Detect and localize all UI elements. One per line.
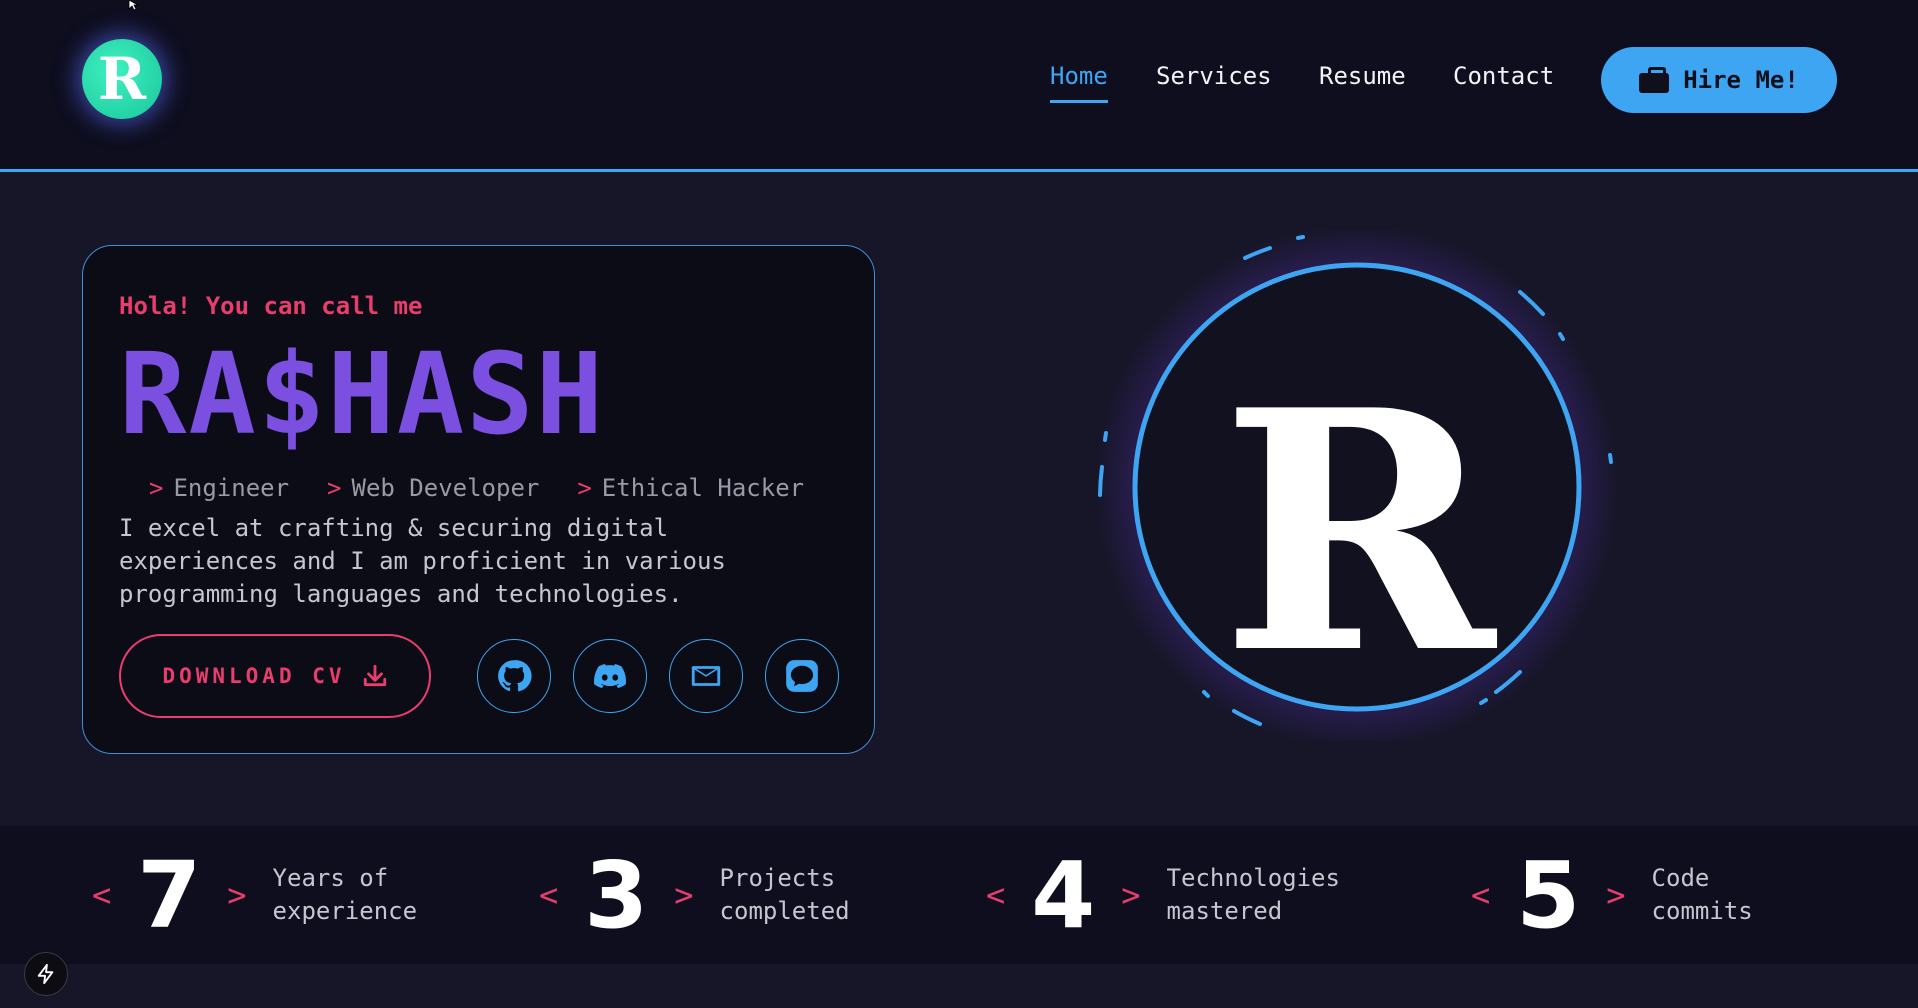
- hero-name: RA$HASH: [119, 330, 606, 460]
- stat-number: 4: [1031, 841, 1096, 949]
- nav-services[interactable]: Services: [1156, 62, 1272, 100]
- chat-link[interactable]: [765, 639, 839, 713]
- stat-item: < 3 > Projects completed: [539, 826, 850, 964]
- discord-icon: [594, 664, 627, 689]
- stats-bar: < 7 > Years of experience < 3 > Projects…: [0, 826, 1918, 964]
- emblem-graphic: R: [1095, 225, 1619, 749]
- role-list: > Engineer > Web Developer > Ethical Hacker: [149, 474, 804, 502]
- role-label: Engineer: [173, 474, 290, 502]
- download-icon: [363, 664, 386, 687]
- stat-bracket-open: <: [539, 876, 559, 914]
- role-item: > Web Developer: [327, 474, 539, 502]
- hero-emblem: R: [1090, 225, 1630, 749]
- mail-icon: [691, 666, 721, 686]
- role-arrow: >: [149, 474, 164, 502]
- stat-number: 3: [584, 841, 649, 949]
- email-link[interactable]: [669, 639, 743, 713]
- stat-number: 5: [1516, 841, 1581, 949]
- role-item: > Ethical Hacker: [577, 474, 804, 502]
- stat-bracket-open: <: [92, 876, 112, 914]
- stat-item: < 5 > Code commits: [1471, 826, 1753, 964]
- role-arrow: >: [327, 474, 342, 502]
- stat-bracket-close: >: [674, 876, 694, 914]
- stat-bracket-open: <: [986, 876, 1006, 914]
- stat-label: Years of experience: [272, 864, 418, 925]
- stat-label: Technologies mastered: [1166, 864, 1340, 925]
- download-cv-label: DOWNLOAD CV: [162, 664, 346, 688]
- stat-item: < 4 > Technologies mastered: [986, 826, 1340, 964]
- nav-resume[interactable]: Resume: [1319, 62, 1406, 100]
- logo[interactable]: R: [82, 39, 162, 119]
- site-header: R Home Services Resume Contact Hire Me!: [0, 0, 1918, 172]
- chat-icon: [786, 660, 818, 692]
- role-label: Web Developer: [351, 474, 540, 502]
- stat-bracket-close: >: [1121, 876, 1141, 914]
- nav-home[interactable]: Home: [1050, 62, 1108, 103]
- bio-text: I excel at crafting & securing digital e…: [119, 514, 726, 608]
- github-link[interactable]: [477, 639, 551, 713]
- role-label: Ethical Hacker: [601, 474, 805, 502]
- download-cv-button[interactable]: DOWNLOAD CV: [119, 634, 431, 718]
- briefcase-icon: [1639, 67, 1670, 93]
- greeting: Hola! You can call me: [119, 292, 423, 320]
- nav-contact[interactable]: Contact: [1453, 62, 1554, 100]
- hire-me-label: Hire Me!: [1683, 66, 1799, 94]
- stat-bracket-open: <: [1471, 876, 1491, 914]
- cursor-icon: [128, 0, 140, 10]
- stat-number: 7: [137, 841, 202, 949]
- hire-me-button[interactable]: Hire Me!: [1601, 47, 1837, 113]
- stat-item: < 7 > Years of experience: [92, 826, 417, 964]
- stat-label: Projects completed: [719, 864, 850, 925]
- dev-tools-button[interactable]: [24, 952, 68, 996]
- stat-bracket-close: >: [1606, 876, 1626, 914]
- bolt-icon: [37, 963, 54, 985]
- discord-link[interactable]: [573, 639, 647, 713]
- emblem-letter: R: [1221, 338, 1499, 726]
- role-arrow: >: [577, 474, 592, 502]
- stat-bracket-close: >: [227, 876, 247, 914]
- intro-card: Hola! You can call me RA$HASH > Engineer …: [82, 245, 875, 754]
- stat-label: Code commits: [1651, 864, 1753, 925]
- github-icon: [498, 660, 532, 692]
- role-item: > Engineer: [149, 474, 289, 502]
